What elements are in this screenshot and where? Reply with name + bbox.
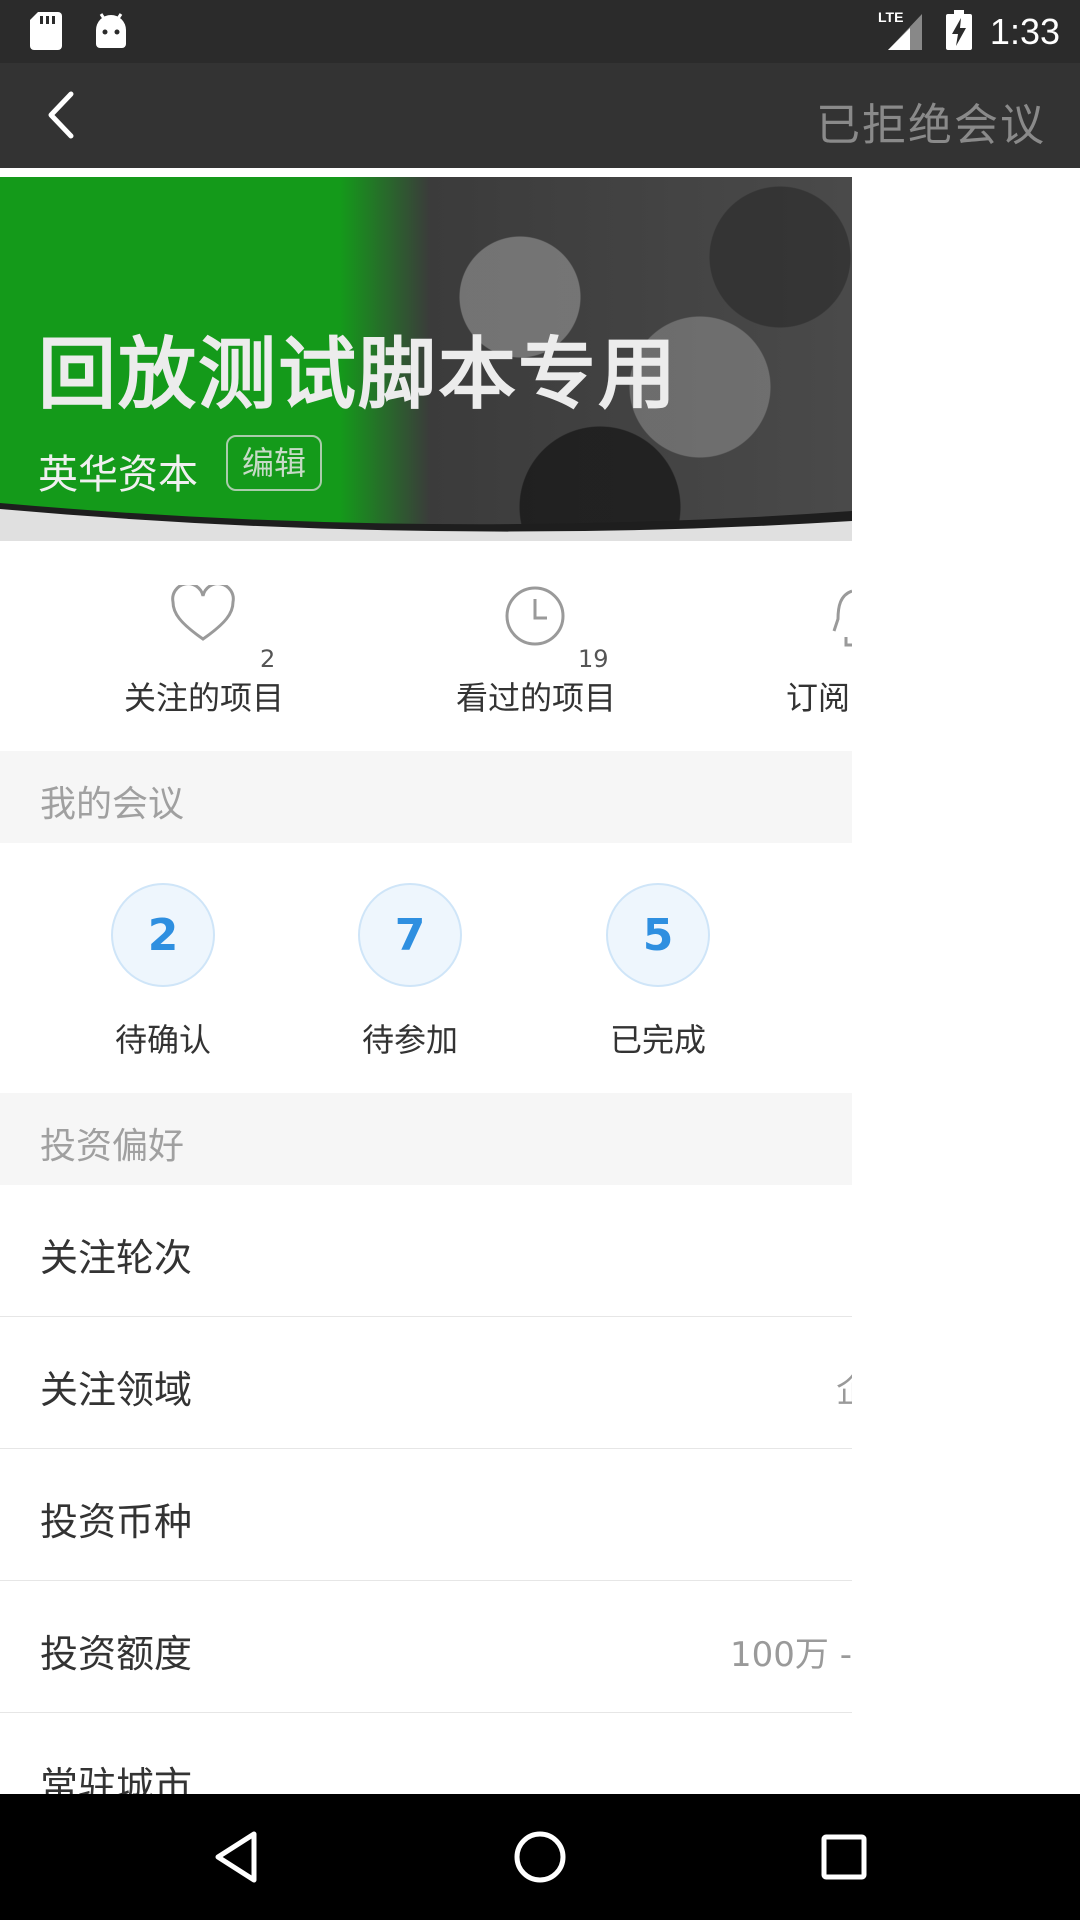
pref-row-currency[interactable]: 投资币种 <box>0 1449 852 1581</box>
system-nav-bar <box>0 1794 1080 1920</box>
nav-home-button[interactable] <box>510 1827 570 1887</box>
pref-row-city[interactable]: 常驻城市 <box>0 1713 852 1794</box>
chevron-left-icon <box>48 91 74 139</box>
row-label: 投资币种 <box>40 1500 193 1544</box>
stat-followed-projects[interactable]: 2 关注的项目 <box>54 541 354 751</box>
section-title: 我的会议 <box>40 784 185 825</box>
stat-label: 看过的项目 <box>456 679 617 717</box>
back-triangle-icon <box>215 1831 257 1883</box>
profile-content[interactable]: 回放测试脚本专用 英华资本 编辑 2 关注的项目 19 看过的项目 订阅 我的会… <box>0 168 852 1794</box>
meeting-completed[interactable]: 5 已完成 <box>583 883 733 1061</box>
row-label: 投资额度 <box>40 1632 193 1676</box>
stat-count: 19 <box>578 645 609 673</box>
meeting-count-badge: 7 <box>358 883 462 987</box>
meeting-pending-confirm[interactable]: 2 待确认 <box>88 883 238 1061</box>
android-icon <box>94 12 128 54</box>
back-button[interactable] <box>30 85 90 145</box>
meeting-count-badge: 5 <box>606 883 710 987</box>
meeting-count-badge: 2 <box>111 883 215 987</box>
row-label: 关注轮次 <box>40 1236 193 1280</box>
home-circle-icon <box>514 1831 566 1883</box>
profile-banner: 回放测试脚本专用 英华资本 编辑 <box>0 177 852 541</box>
meeting-label: 已完成 <box>609 1021 706 1059</box>
stats-row: 2 关注的项目 19 看过的项目 订阅 <box>0 541 852 751</box>
banner-title: 回放测试脚本专用 <box>38 330 679 420</box>
clock-icon <box>505 586 565 646</box>
row-value: 100万 - <box>730 1635 852 1675</box>
meeting-to-attend[interactable]: 7 待参加 <box>335 883 485 1061</box>
pref-row-fields[interactable]: 关注领域 企 <box>0 1317 852 1449</box>
pref-row-amount[interactable]: 投资额度 100万 - <box>0 1581 852 1713</box>
row-value: 企 <box>836 1363 852 1412</box>
status-time: 1:33 <box>989 11 1060 52</box>
page-title: 已拒绝会议 <box>816 100 1046 151</box>
lte-signal-icon: LTE <box>878 8 928 56</box>
stat-count: 2 <box>260 645 276 673</box>
heart-outline-icon <box>171 585 235 641</box>
section-header-meetings: 我的会议 <box>0 751 852 843</box>
status-bar: LTE 1:33 <box>0 0 1080 63</box>
bell-icon <box>832 589 852 647</box>
battery-charging-icon <box>945 10 972 54</box>
sd-card-icon <box>30 12 64 54</box>
row-label: 常驻城市 <box>40 1764 193 1794</box>
stat-viewed-projects[interactable]: 19 看过的项目 <box>384 541 684 751</box>
recents-square-icon <box>821 1834 867 1880</box>
pref-row-rounds[interactable]: 关注轮次 <box>0 1185 852 1317</box>
app-bar: 已拒绝会议 <box>0 63 1080 168</box>
stat-label: 订阅 <box>786 679 851 717</box>
meeting-label: 待参加 <box>361 1021 458 1059</box>
svg-text:LTE: LTE <box>878 9 903 25</box>
row-label: 关注领域 <box>40 1368 193 1412</box>
section-header-preferences: 投资偏好 <box>0 1093 852 1185</box>
meeting-label: 待确认 <box>114 1021 211 1059</box>
section-title: 投资偏好 <box>40 1126 185 1167</box>
stat-subscriptions[interactable]: 订阅 <box>714 541 852 751</box>
banner-curve <box>0 503 852 541</box>
nav-back-button[interactable] <box>206 1827 266 1887</box>
stat-label: 关注的项目 <box>124 679 285 717</box>
nav-recents-button[interactable] <box>814 1827 874 1887</box>
meetings-row: 2 待确认 7 待参加 5 已完成 <box>0 843 852 1093</box>
